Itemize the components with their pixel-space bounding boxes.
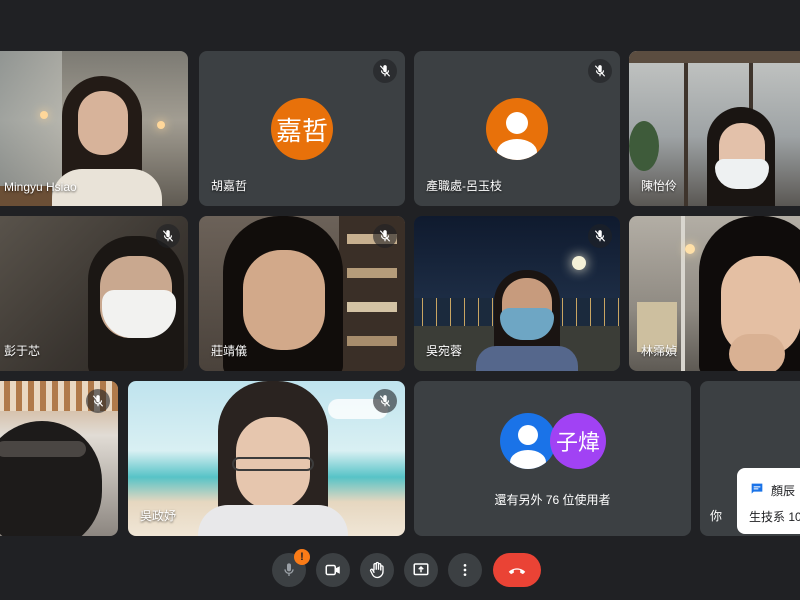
- more-options-icon: [463, 564, 467, 576]
- others-count-label: 還有另外 76 位使用者: [494, 493, 611, 507]
- raise-hand-button[interactable]: [360, 553, 394, 587]
- end-call-button[interactable]: [493, 553, 541, 587]
- participant-name: 彭于芯: [4, 344, 41, 358]
- mic-warning-badge: !: [294, 549, 310, 565]
- more-options-button[interactable]: [448, 553, 482, 587]
- avatar-initials: 子煒: [555, 430, 600, 455]
- mic-off-icon: [86, 389, 110, 413]
- others-tile[interactable]: 子煒 還有另外 76 位使用者: [414, 381, 691, 536]
- participant-tile[interactable]: 陳怡伶: [629, 51, 800, 206]
- mic-off-icon: [588, 224, 612, 248]
- participant-name: 吳政妤: [140, 509, 177, 523]
- mic-off-icon: [373, 59, 397, 83]
- chat-icon: [749, 481, 765, 502]
- participant-tile[interactable]: 產職處-呂玉枝: [414, 51, 620, 206]
- person-icon: [500, 413, 556, 469]
- participant-tile[interactable]: 嘉哲 胡嘉哲: [199, 51, 405, 206]
- end-call-icon: [508, 568, 526, 575]
- mic-off-icon: [373, 224, 397, 248]
- avatar: 子煒: [550, 413, 606, 469]
- video-camera-icon: [325, 564, 340, 576]
- participant-name: 莊靖儀: [211, 344, 248, 358]
- present-screen-icon: [413, 563, 429, 576]
- present-screen-button[interactable]: [404, 553, 438, 587]
- self-label: 你: [710, 509, 723, 523]
- participant-name: 產職處-呂玉枝: [426, 179, 502, 193]
- chat-notification[interactable]: 顏辰 生技系 10: [737, 468, 800, 534]
- camera-button[interactable]: [316, 553, 350, 587]
- participant-name: 胡嘉哲: [211, 179, 248, 193]
- mic-icon: [284, 563, 294, 576]
- participant-tile[interactable]: Mingyu Hsiao: [0, 51, 188, 206]
- participant-tile[interactable]: 林霈媜: [629, 216, 800, 371]
- participant-name: 林霈媜: [641, 344, 678, 358]
- avatar-initials: 嘉哲: [275, 115, 328, 146]
- call-controls: !: [0, 549, 800, 590]
- raise-hand-icon: [369, 561, 384, 579]
- mic-off-icon: [156, 224, 180, 248]
- chat-sender: 顏辰: [771, 484, 796, 498]
- person-icon: [486, 98, 548, 160]
- participant-name: 吳宛蓉: [426, 344, 463, 358]
- participant-tile[interactable]: 吳政妤: [128, 381, 405, 536]
- mic-off-icon: [588, 59, 612, 83]
- participant-tile[interactable]: [0, 381, 118, 536]
- chat-message: 生技系 10: [749, 510, 800, 524]
- participant-name: Mingyu Hsiao: [4, 180, 77, 194]
- avatar: 嘉哲: [271, 98, 333, 160]
- mic-off-icon: [373, 389, 397, 413]
- participant-name: 陳怡伶: [641, 179, 678, 193]
- participant-tile[interactable]: 彭于芯: [0, 216, 188, 371]
- meeting-stage: Mingyu Hsiao 嘉哲 胡嘉哲 產職處-呂玉枝 陳怡伶 彭于芯 莊靖儀 …: [0, 0, 800, 600]
- participant-tile[interactable]: 吳宛蓉: [414, 216, 620, 371]
- participant-tile[interactable]: 莊靖儀: [199, 216, 405, 371]
- mic-button[interactable]: !: [272, 549, 310, 587]
